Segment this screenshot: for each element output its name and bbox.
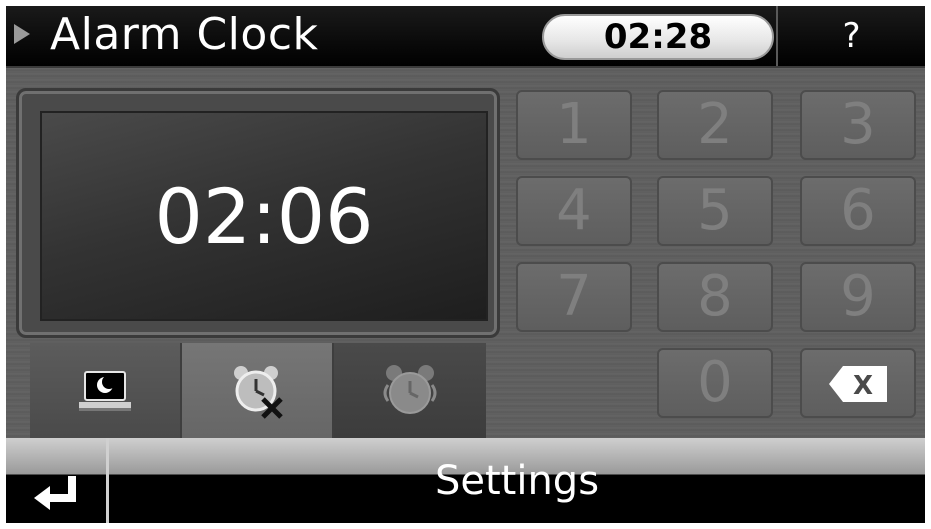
key-4[interactable]: 4 bbox=[516, 176, 632, 246]
alarm-display-frame: 02:06 bbox=[16, 88, 500, 338]
key-2[interactable]: 2 bbox=[657, 90, 773, 160]
alarm-time: 02:06 bbox=[154, 172, 374, 261]
alarm-display-screen: 02:06 bbox=[40, 111, 488, 321]
backspace-key[interactable]: X bbox=[800, 348, 916, 418]
key-3[interactable]: 3 bbox=[800, 90, 916, 160]
settings-label: Settings bbox=[434, 458, 600, 504]
alarm-off-button[interactable] bbox=[182, 343, 334, 438]
key-6[interactable]: 6 bbox=[800, 176, 916, 246]
alarm-ringing-icon bbox=[383, 364, 437, 414]
key-1[interactable]: 1 bbox=[516, 90, 632, 160]
key-8[interactable]: 8 bbox=[657, 262, 773, 332]
help-button[interactable]: ? bbox=[778, 6, 925, 66]
back-button[interactable] bbox=[6, 438, 106, 523]
return-arrow-icon bbox=[34, 476, 76, 510]
sleep-mode-icon bbox=[79, 370, 131, 411]
content-area: 02:06 1 2 3 4 5 6 7 8 9 0 X bbox=[6, 68, 925, 438]
header-bar: Alarm Clock 02:28 ? bbox=[6, 6, 925, 68]
backspace-icon: X bbox=[829, 366, 887, 402]
key-7[interactable]: 7 bbox=[516, 262, 632, 332]
footer-bar: Settings bbox=[6, 438, 925, 523]
key-5[interactable]: 5 bbox=[657, 176, 773, 246]
sleep-mode-button[interactable] bbox=[30, 343, 182, 438]
alarm-off-icon bbox=[234, 365, 283, 419]
page-title: Alarm Clock bbox=[50, 9, 319, 60]
current-time-display: 02:28 bbox=[542, 14, 774, 60]
key-9[interactable]: 9 bbox=[800, 262, 916, 332]
settings-button[interactable]: Settings bbox=[109, 438, 925, 523]
key-0[interactable]: 0 bbox=[657, 348, 773, 418]
play-arrow-icon bbox=[14, 24, 30, 44]
alarm-on-button[interactable] bbox=[334, 343, 486, 438]
backspace-label: X bbox=[853, 371, 873, 401]
alarm-clock-screen: Alarm Clock 02:28 ? 02:06 1 2 3 4 5 6 7 … bbox=[6, 6, 925, 523]
